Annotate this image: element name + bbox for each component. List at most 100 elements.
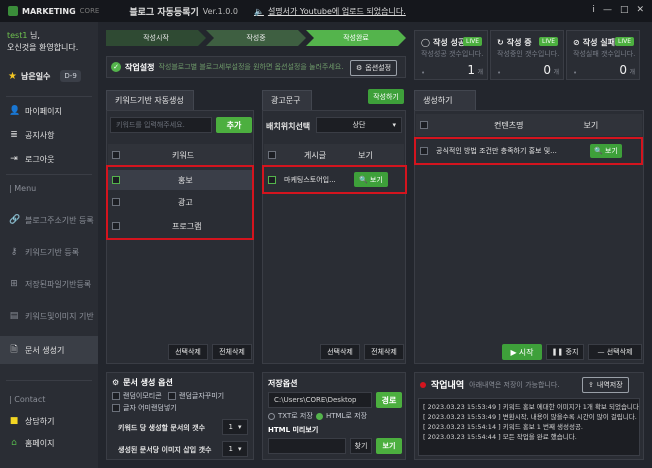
- save-log-button[interactable]: ⇪ 내역저장: [582, 377, 629, 393]
- sidebar-item-blog-url[interactable]: 🔗 블로그주소기반 등록: [0, 210, 98, 230]
- sidebar-item-saved-file[interactable]: ⊞ 저장된파일기반등록: [0, 274, 98, 294]
- add-keyword-button[interactable]: 추가: [216, 117, 252, 133]
- sidebar-item-notice[interactable]: ≣ 공지사항: [0, 125, 98, 145]
- sidebar-item-label: 상담하기: [25, 416, 55, 426]
- sidebar-item-label: 홈페이지: [25, 438, 55, 448]
- random-emoji-option[interactable]: 랜덤이모티콘: [112, 391, 162, 401]
- star-icon: ★: [8, 70, 17, 82]
- stat-dot: •: [497, 69, 502, 77]
- random-ending-option[interactable]: 글자 어미랜덤넣기: [112, 403, 177, 413]
- stop-button[interactable]: ❚❚ 중지: [546, 344, 584, 360]
- notice-text: 설명서가 Youtube에 업로드 되었습니다.: [267, 6, 406, 16]
- content-column-header: 컨텐츠명: [494, 120, 524, 130]
- app-title: 블로그 자동등록기: [129, 7, 199, 18]
- position-select[interactable]: 상단 ▾: [316, 117, 402, 133]
- option-label: 글자 어미랜덤넣기: [123, 404, 177, 412]
- close-button[interactable]: ✕: [636, 5, 644, 15]
- tab-keyword-auto[interactable]: 키워드기반 자동생성: [106, 90, 194, 110]
- remaining-badge: D-9: [60, 70, 81, 82]
- html-preview-input[interactable]: [268, 438, 346, 454]
- sidebar-item-homepage[interactable]: ⌂ 홈페이지: [0, 433, 98, 453]
- stat-value: 1: [467, 63, 475, 77]
- path-button[interactable]: 경로: [376, 392, 402, 408]
- info-icon[interactable]: i: [592, 5, 595, 15]
- save-path-input[interactable]: C:\Users\CORE\Desktop: [268, 392, 372, 408]
- select-all-checkbox[interactable]: [420, 121, 428, 129]
- preview-view-button[interactable]: 보기: [376, 438, 402, 454]
- find-button[interactable]: 찾기: [350, 438, 372, 454]
- user-greeting: test1 님, 오신것을 환영합니다.: [0, 22, 98, 62]
- sidebar-item-doc-generator[interactable]: 🗎 문서 생성기: [0, 336, 98, 364]
- log-desc: 아래내역은 저장이 가능합니다.: [469, 380, 560, 389]
- sidebar-item-keyword[interactable]: ⚷ 키워드기반 등록: [0, 242, 98, 262]
- position-select-value: 상단: [352, 121, 366, 129]
- stat-fail: ⊘ 작성 실패 LIVE 작성실패 갯수입니다. • 0 개: [566, 30, 640, 80]
- welcome-text: 오신것을 환영합니다.: [7, 43, 79, 52]
- save-icon: ⇪: [588, 381, 594, 389]
- random-emoji-checkbox[interactable]: [112, 392, 120, 400]
- notice-link[interactable]: 🔈 설명서가 Youtube에 업로드 되었습니다.: [254, 6, 406, 17]
- settings-icon: ⚙: [112, 378, 120, 387]
- minimize-button[interactable]: —: [603, 5, 612, 15]
- random-decor-checkbox[interactable]: [168, 392, 176, 400]
- start-button[interactable]: ▶ 시작: [502, 344, 542, 360]
- pause-icon: ❚❚: [551, 348, 566, 356]
- check-icon: ✓: [111, 62, 121, 72]
- remaining-days: ★ 남은일수 D-9: [8, 66, 88, 86]
- play-icon: ▶: [510, 347, 517, 357]
- tab-ad-text[interactable]: 광고문구: [262, 90, 312, 110]
- select-all-checkbox[interactable]: [268, 151, 276, 159]
- user-suffix: 님,: [27, 31, 40, 40]
- progress-steps: 작성시작 작성중 작성완료: [106, 30, 406, 46]
- random-decor-option[interactable]: 랜덤글자꾸미기: [168, 391, 224, 401]
- chevron-down-icon: ▾: [237, 423, 242, 431]
- live-badge: LIVE: [614, 37, 634, 46]
- chevron-down-icon: ▾: [392, 121, 396, 129]
- gen-delete-selected-button[interactable]: — 선택삭제: [588, 344, 642, 360]
- image-count-select[interactable]: 1 ▾: [222, 441, 248, 457]
- option-settings-button[interactable]: ⚙ 옵션설정: [350, 60, 398, 76]
- sidebar-item-logout[interactable]: ⇥ 로그아웃: [0, 149, 98, 169]
- logo-icon: [8, 6, 18, 16]
- ad-delete-selected-button[interactable]: 선택삭제: [320, 344, 360, 360]
- random-ending-checkbox[interactable]: [112, 404, 120, 412]
- divider: [6, 380, 92, 381]
- ad-table-header: 게시글 보기: [264, 144, 404, 166]
- stat-title: 작성 실패: [582, 38, 615, 47]
- brand-sub: CORE: [79, 7, 100, 15]
- stat-sub: 작성성공 갯수입니다.: [421, 50, 484, 58]
- keyword-input[interactable]: 키워드를 입력해주세요.: [110, 117, 212, 133]
- txt-radio[interactable]: [268, 412, 275, 420]
- maximize-button[interactable]: □: [620, 5, 629, 15]
- sidebar-item-consult[interactable]: ■ 상담하기: [0, 411, 98, 431]
- keyword-delete-all-button[interactable]: 전체삭제: [212, 344, 252, 360]
- post-column-header: 게시글: [304, 150, 327, 160]
- keyword-delete-selected-button[interactable]: 선택삭제: [168, 344, 208, 360]
- html-save-option[interactable]: HTML로 저장: [316, 411, 367, 421]
- file-plus-icon: ⊞: [10, 279, 18, 289]
- list-icon: ≣: [10, 130, 18, 140]
- doc-count-select[interactable]: 1 ▾: [222, 419, 248, 435]
- ad-delete-all-button[interactable]: 전체삭제: [364, 344, 404, 360]
- logout-icon: ⇥: [10, 154, 18, 164]
- step-progress: 작성중: [206, 30, 306, 46]
- cancel-icon: ⊘: [573, 38, 580, 47]
- sidebar-item-label: 키워드기반 등록: [25, 247, 80, 257]
- html-preview-label: HTML 미리보기: [268, 426, 319, 434]
- divider: [6, 174, 92, 175]
- ad-write-button[interactable]: 작성하기: [368, 89, 404, 104]
- log-header: 작업내역 아래내역은 저장이 가능합니다.: [420, 378, 560, 391]
- html-radio[interactable]: [316, 412, 323, 420]
- log-line: [ 2023.03.23 15:53:49 ] 키워드 홍보 에대한 이미지가 …: [423, 403, 640, 411]
- log-output[interactable]: [ 2023.03.23 15:53:49 ] 키워드 홍보 에대한 이미지가 …: [418, 398, 640, 456]
- sidebar-item-mypage[interactable]: 👤 마이페이지: [0, 101, 98, 121]
- txt-save-option[interactable]: TXT로 저장: [268, 411, 313, 421]
- gear-icon: ⚙: [356, 64, 363, 72]
- delete-selected-label: 선택삭제: [606, 348, 633, 356]
- sidebar-item-keyword-image[interactable]: ▤ 키워드및이미지 기반: [0, 306, 98, 326]
- select-all-checkbox[interactable]: [112, 151, 120, 159]
- sidebar: test1 님, 오신것을 환영합니다. ★ 남은일수 D-9 👤 마이페이지 …: [0, 22, 98, 468]
- app-logo: MARKETING CORE: [8, 6, 99, 16]
- tab-generate[interactable]: 생성하기: [414, 90, 476, 110]
- image-count-label: 생성된 문서당 이미지 삽입 갯수: [118, 446, 212, 454]
